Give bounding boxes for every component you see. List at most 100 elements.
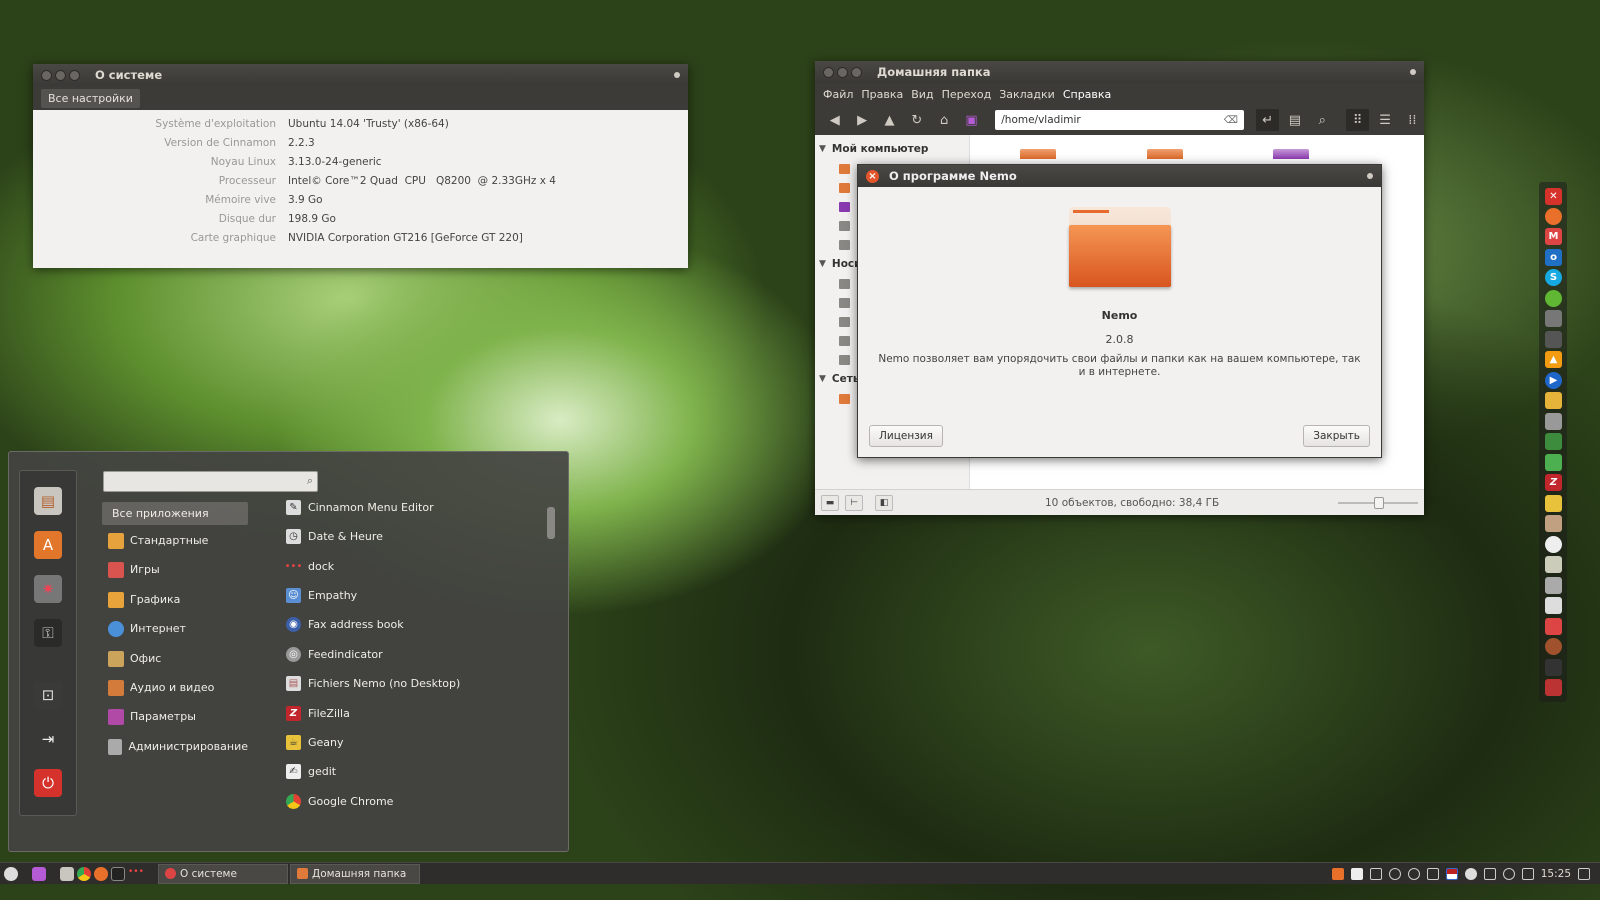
category-all[interactable]: Все приложения: [102, 502, 248, 525]
menu-file[interactable]: Файл: [823, 88, 853, 101]
zoom-knob[interactable]: [1374, 497, 1384, 509]
deezer-icon[interactable]: [1545, 310, 1562, 327]
maximize-icon[interactable]: [851, 66, 862, 78]
volume-icon[interactable]: [1521, 867, 1534, 880]
app-item[interactable]: ☺ Empathy: [286, 584, 357, 606]
menu-bookmarks[interactable]: Закладки: [999, 88, 1055, 101]
category-preferences[interactable]: Параметры: [102, 705, 248, 728]
expander-icon[interactable]: ▼: [819, 144, 826, 154]
app-icon[interactable]: [1545, 577, 1562, 594]
network-icon[interactable]: [1388, 867, 1401, 880]
app-item[interactable]: ◎ Feedindicator: [286, 643, 383, 665]
skype-icon[interactable]: S: [1545, 269, 1562, 286]
search-icon[interactable]: ⌕: [1311, 109, 1334, 131]
file-manager-icon[interactable]: ▤: [34, 487, 62, 515]
app-item[interactable]: ◉ Fax address book: [286, 613, 404, 635]
compact-view-icon[interactable]: ⁞⁞: [1401, 109, 1424, 131]
category-graphics[interactable]: Графика: [102, 588, 248, 611]
spotify-icon[interactable]: [1545, 290, 1562, 307]
sidebar-toggle-icon[interactable]: ◧: [875, 494, 893, 511]
battery-icon[interactable]: [1483, 867, 1496, 880]
forward-icon[interactable]: ▶: [850, 109, 873, 131]
update-icon[interactable]: [1407, 867, 1420, 880]
chrome-icon[interactable]: [77, 866, 91, 881]
clear-icon[interactable]: ⌫: [1224, 115, 1238, 126]
lock-screen-icon[interactable]: ⊡: [34, 681, 62, 709]
computer-icon[interactable]: ▣: [960, 109, 983, 131]
app-item[interactable]: ☕ Geany: [286, 731, 344, 753]
file-manager-titlebar[interactable]: Домашняя папка: [815, 61, 1424, 83]
app-item[interactable]: ▤ Fichiers Nemo (no Desktop): [286, 672, 460, 694]
settings-icon[interactable]: ✷: [34, 575, 62, 603]
toggle-location-icon[interactable]: ↵: [1255, 109, 1280, 131]
close-button[interactable]: Закрыть: [1303, 425, 1370, 447]
expander-icon[interactable]: ▼: [819, 259, 826, 269]
app-item[interactable]: ◷ Date & Heure: [286, 525, 383, 547]
folder-icon[interactable]: [1147, 149, 1183, 159]
camera-icon[interactable]: [1545, 597, 1562, 614]
all-settings-button[interactable]: Все настройки: [41, 88, 140, 108]
category-multimedia[interactable]: Аудио и видео: [102, 676, 248, 699]
app-item[interactable]: ••• dock: [285, 555, 334, 577]
software-center-icon[interactable]: A: [34, 531, 62, 559]
app-icon[interactable]: [1545, 679, 1562, 696]
terminal-icon[interactable]: [111, 866, 125, 881]
app-icon[interactable]: [1545, 331, 1562, 348]
system-info-titlebar[interactable]: О системе: [33, 64, 688, 86]
app-item[interactable]: ✍ gedit: [286, 760, 336, 782]
scrollbar[interactable]: [547, 507, 555, 539]
places-icon[interactable]: ▬: [821, 494, 839, 511]
workspace-icon[interactable]: [1578, 867, 1590, 880]
menu-edit[interactable]: Правка: [861, 88, 903, 101]
minimize-icon[interactable]: [837, 66, 848, 78]
mail-icon[interactable]: M: [1545, 228, 1562, 245]
close-icon[interactable]: [823, 66, 834, 78]
app-icon[interactable]: [1545, 454, 1562, 471]
firefox-icon[interactable]: [1545, 208, 1562, 225]
menu-view[interactable]: Вид: [911, 88, 933, 101]
category-internet[interactable]: Интернет: [102, 617, 248, 640]
list-view-icon[interactable]: ☰: [1373, 109, 1396, 131]
menu-go[interactable]: Переход: [942, 88, 992, 101]
keyring-icon[interactable]: ⚿: [34, 619, 62, 647]
player-icon[interactable]: ▶: [1545, 372, 1562, 389]
home-icon[interactable]: ⌂: [933, 109, 956, 131]
clock[interactable]: 15:25: [1541, 868, 1571, 880]
outlook-icon[interactable]: o: [1545, 249, 1562, 266]
rss-icon[interactable]: [1331, 867, 1344, 880]
location-field[interactable]: /home/vladimir ⌫: [995, 110, 1244, 130]
icon-view-icon[interactable]: ⠿: [1345, 109, 1370, 131]
category-office[interactable]: Офис: [102, 647, 248, 670]
app-item[interactable]: Google Chrome: [286, 790, 393, 812]
firefox-icon[interactable]: [94, 866, 108, 881]
logout-icon[interactable]: ⇥: [34, 725, 62, 753]
close-icon[interactable]: ✕: [1545, 188, 1562, 205]
geany-icon[interactable]: [1545, 495, 1562, 512]
folder-icon[interactable]: [1020, 149, 1056, 159]
app-item[interactable]: ✎ Cinnamon Menu Editor: [286, 496, 434, 518]
file-manager-icon[interactable]: [60, 866, 74, 881]
task-home-folder[interactable]: Домашняя папка: [290, 863, 420, 884]
keyboard-icon[interactable]: [1426, 867, 1439, 880]
close-icon[interactable]: [41, 69, 52, 81]
maximize-icon[interactable]: [69, 69, 80, 81]
window-menu-icon[interactable]: [674, 72, 680, 78]
category-administration[interactable]: Администрирование: [102, 735, 248, 758]
back-icon[interactable]: ◀: [823, 109, 846, 131]
power-icon[interactable]: ⏻: [34, 769, 62, 797]
show-desktop-icon[interactable]: [32, 866, 46, 881]
open-terminal-icon[interactable]: ▤: [1283, 109, 1306, 131]
disc-icon[interactable]: [1545, 536, 1562, 553]
window-menu-icon[interactable]: [1410, 69, 1416, 75]
menu-help[interactable]: Справка: [1063, 88, 1111, 101]
brightness-icon[interactable]: [1502, 867, 1515, 880]
task-system-info[interactable]: О системе: [158, 863, 288, 884]
menu-icon[interactable]: [4, 866, 18, 881]
expander-icon[interactable]: ▼: [819, 374, 826, 384]
tools-icon[interactable]: [1545, 515, 1562, 532]
app-icon[interactable]: [1545, 659, 1562, 676]
reload-icon[interactable]: ↻: [905, 109, 928, 131]
sidebar-section-computer[interactable]: ▼ Мой компьютер: [815, 139, 969, 159]
calendar-icon[interactable]: [1545, 618, 1562, 635]
window-menu-icon[interactable]: [1367, 173, 1373, 179]
